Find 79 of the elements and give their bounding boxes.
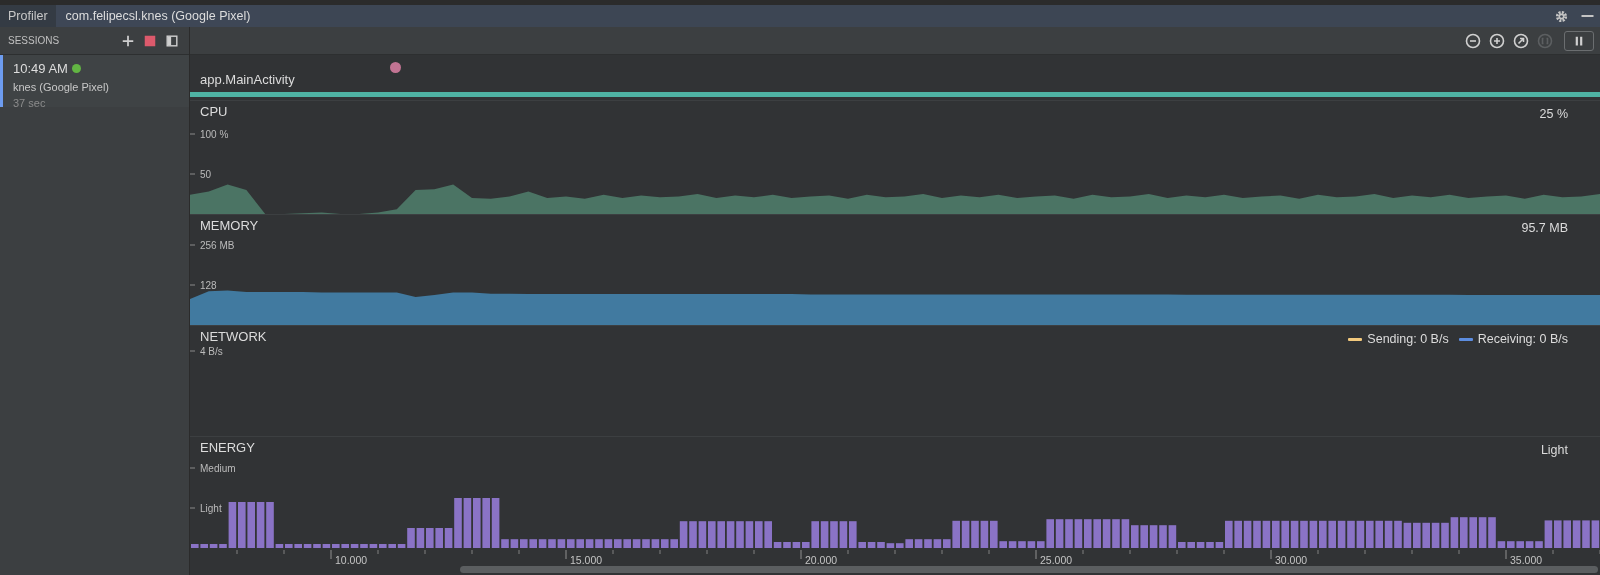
tick-mark (800, 549, 802, 560)
time-label: 30.000 (1275, 553, 1308, 566)
axis-label: Medium (200, 463, 236, 474)
tick-mark (847, 549, 849, 555)
tick-mark (1129, 549, 1131, 555)
tick-mark (190, 133, 196, 135)
zoom-in-icon (1489, 32, 1505, 49)
tick-mark (190, 244, 196, 246)
circle-brackets-icon (1537, 32, 1553, 49)
session-item[interactable]: 10:49 AM knes (Google Pixel) 37 sec (0, 55, 189, 107)
minimize-icon (1581, 15, 1594, 17)
panel-icon (165, 33, 179, 48)
tick-mark (941, 549, 943, 555)
plus-icon (121, 33, 135, 48)
tick-mark (424, 549, 426, 555)
time-label: 20.000 (805, 553, 838, 566)
tick-mark (236, 549, 238, 555)
tick-mark (1082, 549, 1084, 555)
tick-mark (1035, 549, 1037, 560)
time-label: 25.000 (1040, 553, 1073, 566)
axis-label: 50 (200, 169, 212, 180)
tick-mark (1364, 549, 1366, 555)
monitor-reading: Light (1540, 442, 1568, 459)
tick-mark (1270, 549, 1272, 560)
pause-button[interactable] (1564, 30, 1594, 51)
tick-mark (330, 549, 332, 560)
scrollbar-thumb[interactable] (460, 566, 1598, 573)
zoom-out-icon (1465, 32, 1481, 49)
tick-mark (612, 549, 614, 555)
session-name: knes (Google Pixel) (13, 79, 110, 95)
axis-label: Light (200, 503, 222, 514)
tick-mark (190, 284, 196, 286)
tick-mark (988, 549, 990, 555)
tick-mark (1317, 549, 1319, 555)
event-dot (390, 62, 401, 73)
axis-label: 4 B/s (200, 346, 223, 357)
tick-mark (471, 549, 473, 555)
tick-mark (190, 350, 196, 352)
settings-icon (1554, 8, 1569, 24)
tick-mark (659, 549, 661, 555)
time-label: 15.000 (570, 553, 603, 566)
legend-label: Receiving: 0 B/s (1477, 331, 1568, 348)
tick-mark (1223, 549, 1225, 555)
tick-mark (1599, 549, 1600, 555)
tick-mark (1552, 549, 1554, 555)
tick-mark (1176, 549, 1178, 555)
zoom-in-button[interactable] (1488, 31, 1506, 50)
tick-mark (518, 549, 520, 555)
session-time: 10:49 AM (13, 60, 68, 78)
tick-mark (894, 549, 896, 555)
tick-mark (1411, 549, 1413, 555)
tick-mark (190, 507, 196, 509)
axis-label: 256 MB (200, 240, 235, 251)
tick-mark (1505, 549, 1507, 560)
window-title: Profiler (0, 5, 56, 27)
tick-mark (377, 549, 379, 555)
tick-mark (753, 549, 755, 555)
monitor-title: NETWORK (200, 330, 267, 345)
tick-mark (1458, 549, 1460, 555)
reset-zoom-button[interactable] (1512, 31, 1530, 50)
monitor-title: CPU (200, 105, 228, 120)
monitor-reading: 95.7 MB (1521, 220, 1568, 237)
time-label: 10.000 (335, 553, 368, 566)
monitor-title: MEMORY (200, 219, 259, 234)
time-label: 35.000 (1510, 553, 1543, 566)
tick-mark (190, 173, 196, 175)
stop-icon (143, 33, 157, 48)
tick-mark (706, 549, 708, 555)
tick-mark (190, 467, 196, 469)
sessions-title: SESSIONS (8, 34, 61, 48)
zoom-out-button[interactable] (1464, 31, 1482, 50)
legend-label: Sending: 0 B/s (1367, 331, 1449, 348)
tick-mark (565, 549, 567, 560)
monitor-title: ENERGY (200, 441, 255, 456)
tick-mark (283, 549, 285, 555)
axis-label: 128 (200, 280, 217, 291)
axis-label: 100 % (200, 129, 229, 140)
monitor-reading: 25 % (1539, 106, 1568, 123)
activity-label: app.MainActivity (200, 73, 295, 88)
